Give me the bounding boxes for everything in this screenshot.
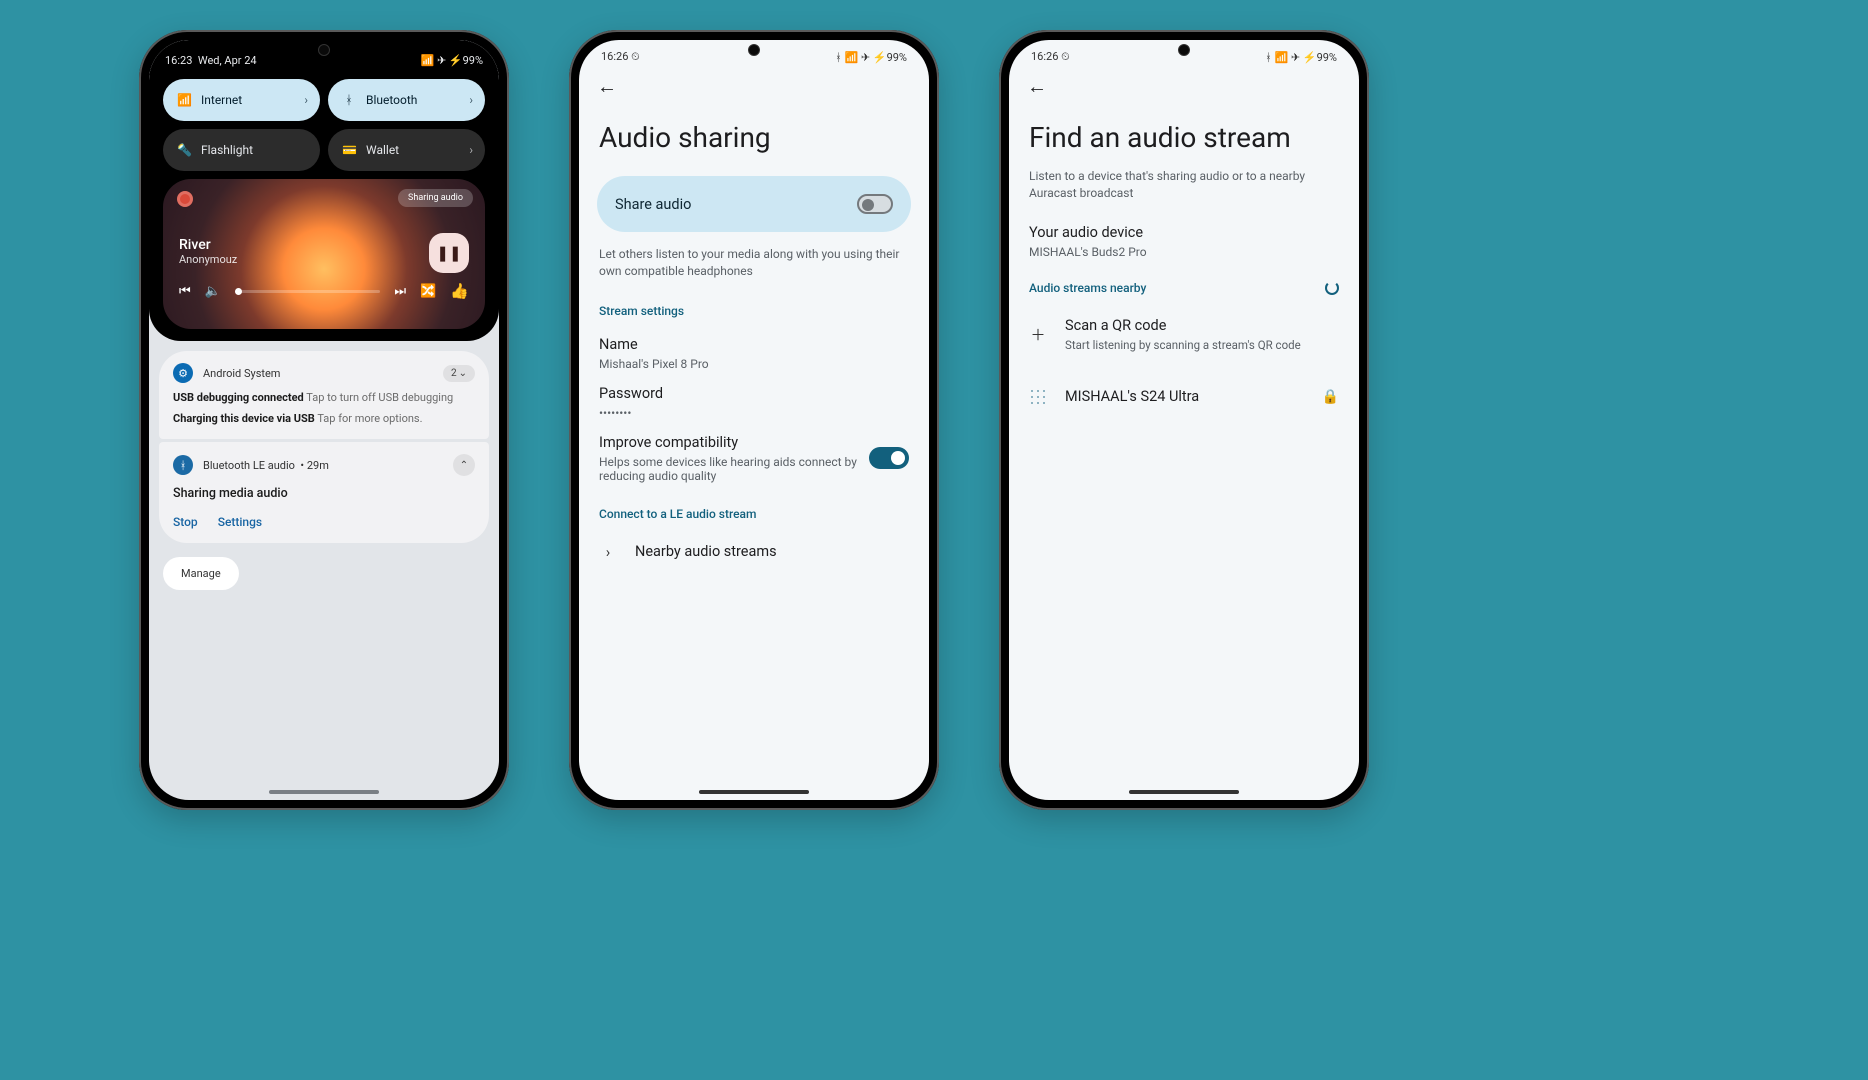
status-date: Wed, Apr 24	[198, 54, 257, 67]
qs-tile-flashlight[interactable]: 🔦 Flashlight	[163, 129, 320, 171]
nav-handle[interactable]	[269, 790, 379, 794]
nearby-audio-streams-label: Nearby audio streams	[635, 543, 777, 560]
chevron-right-icon: ›	[304, 93, 308, 107]
phone-3-find-audio-stream: 16:26 ⏲ ᚼ 📶 ✈ ⚡99% ← Find an audio strea…	[999, 30, 1369, 810]
chevron-right-icon: ›	[469, 93, 473, 107]
loading-spinner-icon	[1325, 281, 1339, 295]
flashlight-icon: 🔦	[177, 143, 191, 157]
nav-handle[interactable]	[1129, 790, 1239, 794]
chevron-down-icon: ⌄	[459, 368, 467, 379]
page-title: Audio sharing	[579, 99, 929, 154]
media-track-title: River	[179, 237, 469, 253]
share-audio-description: Let others listen to your media along wi…	[579, 232, 929, 280]
notification-line-title: Charging this device via USB	[173, 412, 315, 425]
previous-track-icon[interactable]: ⏮	[179, 284, 191, 299]
auracast-icon	[1029, 388, 1047, 406]
cast-icon[interactable]: 🔈	[205, 284, 221, 299]
setting-title: Name	[599, 336, 909, 353]
back-button[interactable]: ←	[579, 64, 635, 99]
camera-cutout	[1178, 44, 1190, 56]
qs-tile-label: Internet	[201, 93, 242, 107]
section-connect-stream: Connect to a LE audio stream	[579, 483, 929, 525]
setting-title: Your audio device	[1029, 224, 1339, 241]
setting-improve-compatibility[interactable]: Improve compatibility Helps some devices…	[579, 420, 929, 483]
qs-tile-label: Wallet	[366, 143, 399, 157]
plus-icon: ＋	[1029, 324, 1047, 345]
setting-value: ••••••••	[599, 406, 909, 420]
status-time: 16:26 ⏲	[1031, 50, 1070, 64]
seek-bar[interactable]	[235, 290, 381, 293]
nearby-audio-streams-row[interactable]: › Nearby audio streams	[579, 525, 929, 579]
sharing-audio-chip[interactable]: Sharing audio	[398, 189, 473, 207]
scan-qr-title: Scan a QR code	[1065, 317, 1301, 334]
scan-qr-code-row[interactable]: ＋ Scan a QR code Start listening by scan…	[1009, 299, 1359, 370]
lock-icon: 🔒	[1322, 389, 1339, 405]
notification-android-system[interactable]: ⚙ Android System 2 ⌄ USB debugging conne…	[159, 351, 489, 439]
notification-line-title: USB debugging connected	[173, 391, 304, 404]
stop-button[interactable]: Stop	[173, 515, 198, 529]
page-description: Listen to a device that's sharing audio …	[1009, 154, 1359, 202]
shuffle-icon[interactable]: 🔀	[420, 284, 436, 299]
back-button[interactable]: ←	[1009, 64, 1065, 99]
status-time: 16:26 ⏲	[601, 50, 640, 64]
notification-app-name: Android System	[203, 367, 280, 380]
found-stream-row[interactable]: MISHAAL's S24 Ultra 🔒	[1009, 370, 1359, 424]
qs-tile-label: Flashlight	[201, 143, 253, 157]
status-time: 16:23	[165, 54, 192, 67]
status-right: ᚼ 📶 ✈ ⚡99%	[835, 51, 907, 64]
status-right: ᚼ 📶 ✈ ⚡99%	[1265, 51, 1337, 64]
share-audio-label: Share audio	[615, 196, 691, 213]
page-title: Find an audio stream	[1009, 99, 1359, 154]
qs-tile-bluetooth[interactable]: ᚼ Bluetooth ›	[328, 79, 485, 121]
setting-name[interactable]: Name Mishaal's Pixel 8 Pro	[579, 322, 929, 371]
status-wifi-icon: 📶	[421, 54, 435, 67]
nav-handle[interactable]	[699, 790, 809, 794]
wallet-icon: 💳	[342, 143, 356, 157]
chevron-right-icon: ›	[599, 543, 617, 561]
setting-value: Helps some devices like hearing aids con…	[599, 455, 857, 483]
notification-title: Sharing media audio	[173, 486, 475, 501]
share-audio-toggle-row[interactable]: Share audio	[597, 176, 911, 232]
share-audio-switch[interactable]	[857, 194, 893, 214]
camera-cutout	[748, 44, 760, 56]
media-player-card[interactable]: Sharing audio River Anonymouz ❚❚ ⏮ 🔈 ⏭ 🔀…	[163, 179, 485, 329]
chevron-right-icon: ›	[469, 143, 473, 157]
notification-time: 29m	[307, 459, 329, 472]
setting-password[interactable]: Password ••••••••	[579, 371, 929, 420]
setting-value: MISHAAL's Buds2 Pro	[1029, 245, 1339, 259]
section-stream-settings: Stream settings	[579, 280, 929, 322]
notification-bluetooth-le-audio[interactable]: ᚼ Bluetooth LE audio • 29m ⌃ Sharing med…	[159, 442, 489, 543]
qs-tile-internet[interactable]: 📶 Internet ›	[163, 79, 320, 121]
camera-cutout	[318, 44, 330, 56]
status-right: ✈ ⚡99%	[437, 54, 483, 67]
audio-streams-nearby-label: Audio streams nearby	[1029, 281, 1146, 295]
notification-count: 2	[451, 368, 457, 379]
setting-title: Improve compatibility	[599, 434, 857, 451]
setting-title: Password	[599, 385, 909, 402]
notification-app-name: Bluetooth LE audio	[203, 459, 295, 472]
notification-count-chip[interactable]: 2 ⌄	[443, 365, 475, 382]
manage-button[interactable]: Manage	[163, 557, 239, 590]
notification-line-subtext: Tap to turn off USB debugging	[306, 391, 453, 404]
setting-value: Mishaal's Pixel 8 Pro	[599, 357, 909, 371]
your-audio-device[interactable]: Your audio device MISHAAL's Buds2 Pro	[1009, 202, 1359, 259]
bluetooth-icon: ᚼ	[342, 93, 356, 107]
phone-1-quick-settings: 16:23 Wed, Apr 24 📶 ✈ ⚡99% 📶 Internet › …	[139, 30, 509, 810]
media-track-artist: Anonymouz	[179, 253, 469, 266]
thumbs-up-icon[interactable]: 👍	[450, 282, 469, 300]
settings-button[interactable]: Settings	[218, 515, 262, 529]
wifi-icon: 📶	[177, 93, 191, 107]
pause-button[interactable]: ❚❚	[429, 233, 469, 273]
scan-qr-subtitle: Start listening by scanning a stream's Q…	[1065, 338, 1301, 352]
bluetooth-icon: ᚼ	[173, 455, 193, 475]
qs-tile-label: Bluetooth	[366, 93, 417, 107]
compat-switch[interactable]	[869, 447, 909, 469]
notification-line-subtext: Tap for more options.	[317, 412, 422, 425]
qs-tile-wallet[interactable]: 💳 Wallet ›	[328, 129, 485, 171]
phone-2-audio-sharing: 16:26 ⏲ ᚼ 📶 ✈ ⚡99% ← Audio sharing Share…	[569, 30, 939, 810]
found-stream-name: MISHAAL's S24 Ultra	[1065, 388, 1304, 405]
chevron-up-icon[interactable]: ⌃	[453, 454, 475, 476]
next-track-icon[interactable]: ⏭	[394, 284, 406, 299]
android-icon: ⚙	[173, 363, 193, 383]
